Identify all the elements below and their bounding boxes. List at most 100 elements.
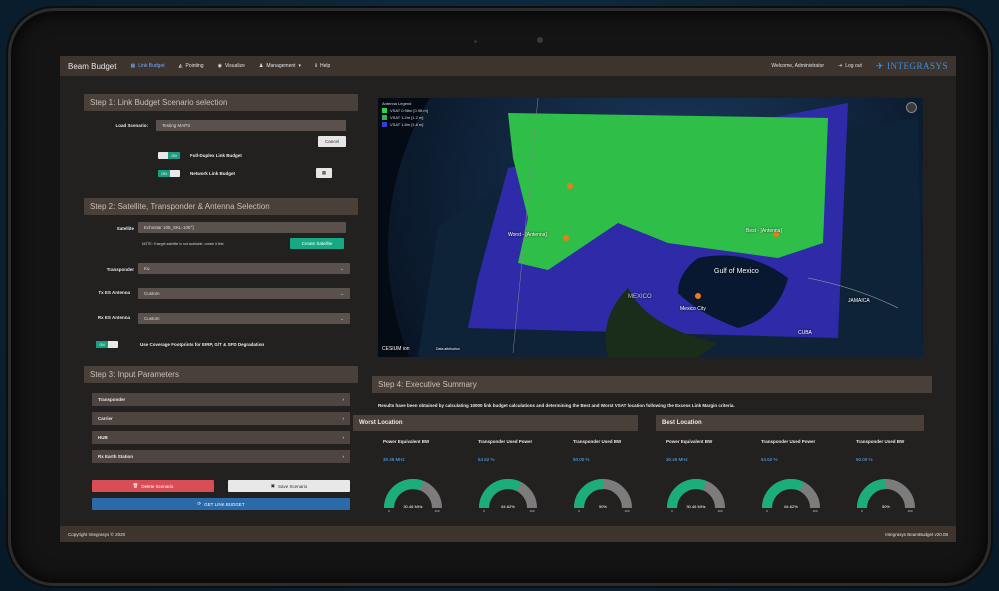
nav-help[interactable]: ℹ Help — [315, 63, 330, 69]
data-attribution-link[interactable]: Data attribution — [436, 347, 460, 351]
satellite-label: Satellite — [116, 226, 134, 231]
best-location-label: Best - [Antenna] — [746, 228, 782, 234]
gauge-max: 100 — [717, 509, 722, 512]
metric-value: 50.00 % — [573, 457, 590, 462]
calculator-button[interactable]: ▦ — [316, 168, 332, 178]
trash-icon: 🗑 — [132, 483, 139, 488]
camera — [537, 37, 543, 43]
legend-item: VSAT 1.2m [1.2 m] — [382, 115, 428, 120]
mexico-label: MEXICO — [628, 294, 652, 300]
globe-icon: ◉ — [217, 63, 222, 69]
gauge-max: 100 — [529, 509, 534, 512]
toggle-knob: ON — [158, 170, 170, 177]
rx-antenna-select[interactable]: Custom ⌄ — [138, 313, 350, 324]
copyright-text: Copyright Integrasys © 2020 — [68, 531, 126, 537]
chevron-right-icon: › — [342, 416, 345, 421]
satellite-input[interactable]: Echostar 105_SKL-105°] — [138, 222, 346, 233]
step2-header: Step 2: Satellite, Transponder & Antenna… — [84, 198, 358, 215]
marker-dot[interactable] — [695, 293, 701, 299]
gulf-label: Gulf of Mexico — [714, 268, 759, 275]
load-scenario-input[interactable]: Testing MAPS — [156, 120, 346, 131]
logout-link[interactable]: ⇥ Log out — [838, 63, 862, 69]
gauge-label: 50% — [599, 504, 607, 509]
marker-dot[interactable] — [563, 235, 569, 241]
metric-value: 64.62 % — [761, 457, 778, 462]
globe-svg — [388, 98, 923, 357]
mexico-city-label: Mexico City — [680, 306, 706, 312]
gauge-max: 100 — [434, 509, 439, 512]
gauge-min: 0 — [766, 509, 768, 512]
info-icon: ℹ — [315, 63, 317, 69]
tx-antenna-select[interactable]: Custom ⌄ — [138, 288, 350, 299]
coverage-toggle[interactable]: ON — [96, 341, 118, 348]
legend-swatch — [382, 122, 387, 127]
coverage-map[interactable]: Antenna Legend VSAT 0.98m [0.98 m] VSAT … — [378, 98, 923, 357]
nav-visualize[interactable]: ◉ Visualize — [218, 63, 245, 69]
accordion-hub[interactable]: HUB › — [92, 431, 350, 444]
app-screen: Beam Budget ▦ Link Budget ◭ Pointing ◉ Visu… — [60, 56, 956, 542]
network-toggle[interactable]: ON — [158, 170, 180, 177]
metric-value: 30.46 MHz — [666, 457, 688, 462]
nav-link-budget[interactable]: ▦ Link Budget — [130, 63, 164, 69]
integrasys-logo: ✈ INTEGRASYS — [875, 60, 948, 72]
metric-title: Transponder Used Power — [478, 439, 533, 444]
accordion-carrier[interactable]: Carrier › — [92, 412, 350, 425]
gauge-label: 30.46 MHz — [686, 504, 705, 509]
toggle-knob: ON — [96, 341, 108, 348]
transponder-select[interactable]: Ku ⌄ — [138, 263, 350, 274]
coverage-label: Use Coverage Footprints for EIRP, G/T & … — [140, 342, 265, 347]
metric-title: Transponder Used BW — [856, 439, 905, 444]
accordion-transponder[interactable]: Transponder › — [92, 393, 350, 406]
gauge-max: 100 — [812, 509, 817, 512]
delete-scenario-button[interactable]: 🗑 Delete Scenario — [92, 480, 214, 492]
brand[interactable]: Beam Budget — [68, 62, 116, 71]
satellite-logo-icon: ✈ — [875, 60, 884, 71]
chevron-down-icon: ⌄ — [340, 265, 344, 271]
chevron-right-icon: › — [342, 435, 345, 440]
step3-header: Step 3: Input Parameters — [84, 366, 358, 383]
gauge-min: 0 — [861, 509, 863, 512]
cesium-logo: CESIUM ion — [382, 346, 410, 352]
metric-value: 50.00 % — [856, 457, 873, 462]
grid-icon: ▦ — [130, 63, 136, 69]
full-duplex-label: Full-Duplex Link Budget — [190, 153, 242, 158]
logout-icon: ⇥ — [838, 63, 843, 69]
footer: Copyright Integrasys © 2020 Integrasys B… — [60, 526, 956, 542]
step4-header: Step 4: Executive Summary — [372, 376, 932, 393]
legend-item: VSAT 1.8m [1.8 m] — [382, 122, 428, 127]
refresh-icon: ⟳ — [197, 501, 202, 506]
jamaica-label: JAMAICA — [848, 298, 870, 304]
marker-dot[interactable] — [567, 183, 573, 189]
version-text: Integrasys BeamBudget v20.08 — [885, 531, 948, 537]
accordion-rx-earth-station[interactable]: Rx Earth Station › — [92, 450, 350, 463]
network-label: Network Link Budget — [190, 171, 236, 176]
worst-location-label: Worst - [Antenna] — [508, 232, 547, 238]
save-scenario-button[interactable]: ▣ Save Scenario — [228, 480, 350, 492]
cancel-button[interactable]: Cancel — [318, 136, 346, 147]
gauge: 30.46 MHz 0 100 — [384, 479, 442, 512]
globe-toggle-button[interactable] — [906, 102, 917, 113]
navbar: Beam Budget ▦ Link Budget ◭ Pointing ◉ Visu… — [60, 56, 956, 76]
welcome-text: Welcome, Administrator — [771, 63, 825, 69]
gauge: 64.62% 0 100 — [479, 479, 537, 512]
gauge-max: 100 — [907, 509, 912, 512]
nav-pointing[interactable]: ◭ Pointing — [179, 63, 204, 69]
nav-management[interactable]: ♟ Management ▾ — [259, 63, 301, 69]
worst-location-header: Worst Location — [353, 415, 638, 431]
transponder-label: Transponder — [106, 267, 134, 272]
cuba-label: CUBA — [798, 330, 812, 336]
chevron-right-icon: › — [342, 397, 345, 402]
gauge-max: 100 — [624, 509, 629, 512]
load-scenario-label: Load Scenario: — [115, 123, 148, 128]
metric-title: Power Equivalent BW — [666, 439, 713, 444]
create-satellite-button[interactable]: Create Satellite — [290, 238, 344, 249]
get-link-budget-button[interactable]: ⟳ GET LINK BUDGET — [92, 498, 350, 510]
gauge-label: 64.62% — [501, 504, 515, 509]
chevron-right-icon: › — [342, 454, 345, 459]
full-duplex-toggle[interactable]: ON — [158, 152, 180, 159]
legend-swatch — [382, 115, 387, 120]
gauge-min: 0 — [483, 509, 485, 512]
tx-antenna-label: Tx ES Antenna — [98, 290, 130, 295]
chevron-down-icon: ⌄ — [340, 315, 344, 321]
gauge: 64.62% 0 100 — [762, 479, 820, 512]
